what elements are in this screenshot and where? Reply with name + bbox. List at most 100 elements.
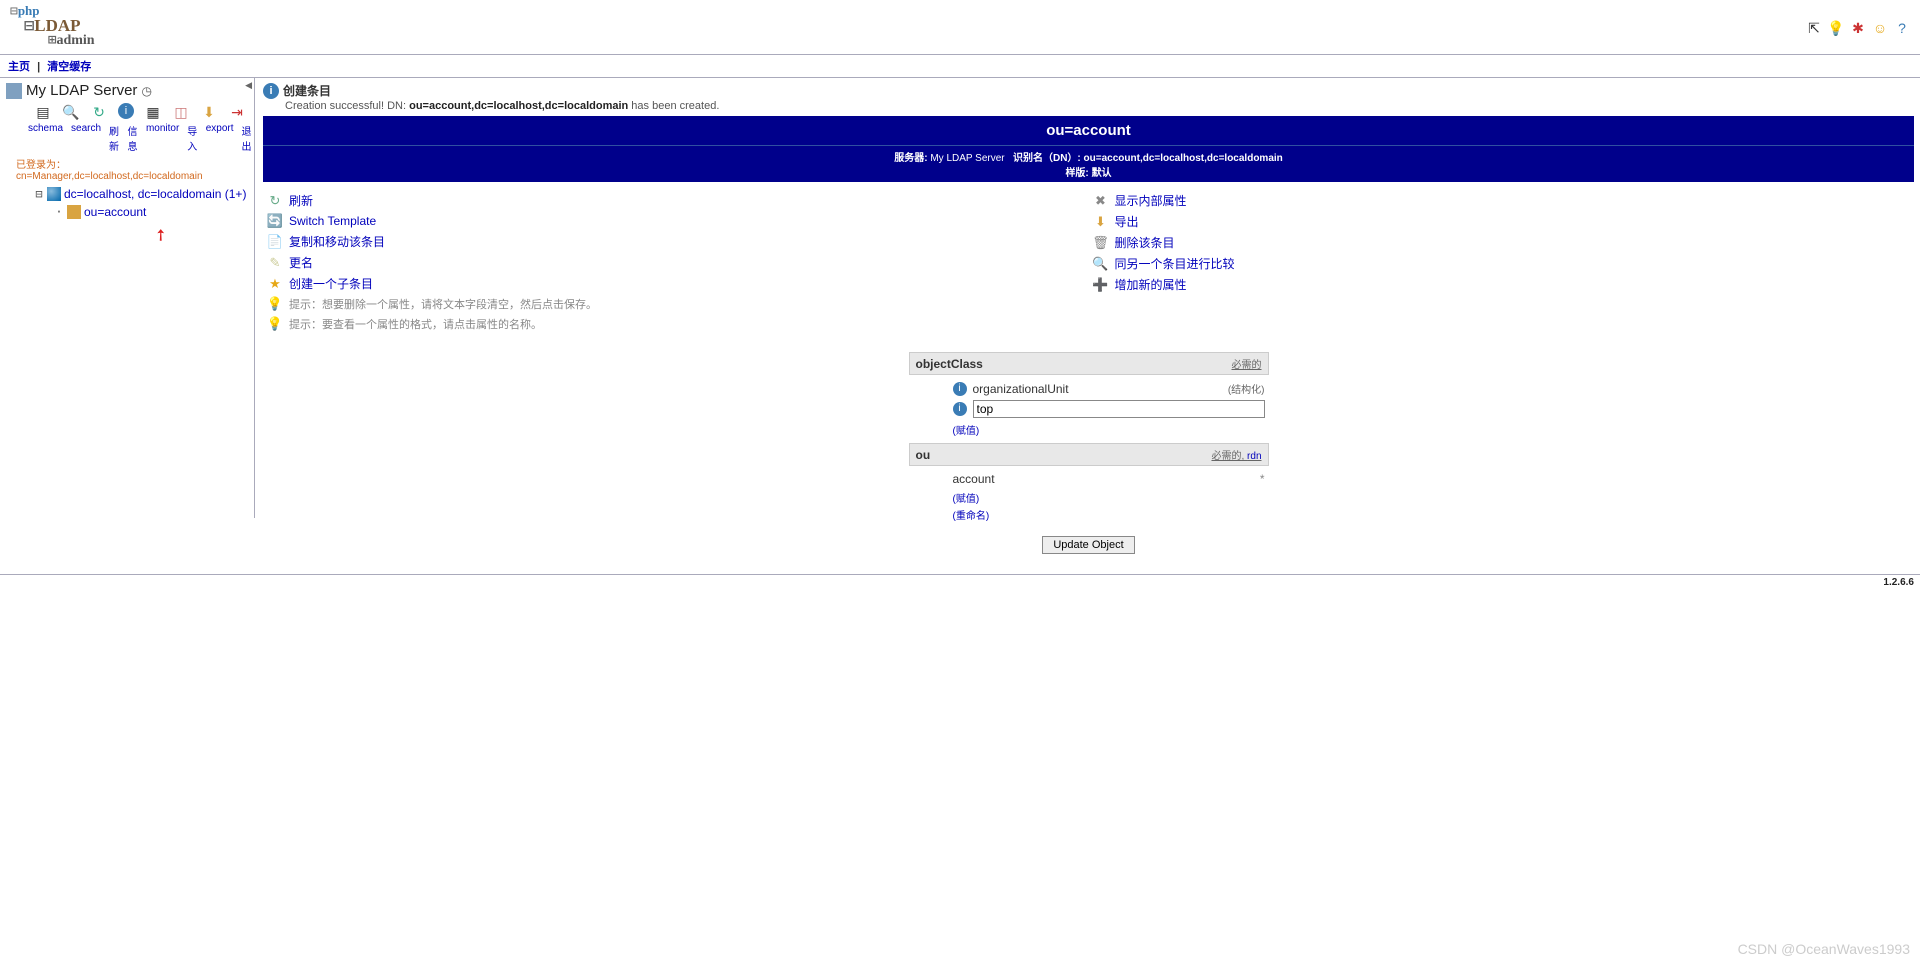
add-value-link[interactable]: (赋值) — [953, 494, 980, 505]
logo-admin: admin — [56, 33, 94, 48]
link-schema[interactable]: schema — [28, 123, 63, 153]
logout-icon[interactable]: ⇥ — [228, 103, 246, 121]
lightbulb-icon: 💡 — [267, 296, 283, 312]
server-links: schema search 刷新 信息 monitor 导入 export 退出 — [6, 123, 252, 155]
action-label[interactable]: 复制和移动该条目 — [289, 233, 385, 250]
server-name: My LDAP Server — [26, 82, 137, 99]
rename-icon: ✎ — [267, 255, 283, 271]
leaf-icon: · — [54, 203, 64, 221]
main-content: i 创建条目 Creation successful! DN: ou=accou… — [255, 78, 1920, 574]
collapse-icon[interactable]: ⊟ — [34, 185, 44, 203]
help-icon[interactable]: ? — [1894, 20, 1910, 36]
action-copy-move[interactable]: 📄复制和移动该条目 — [263, 231, 1089, 252]
logged-in-as: 已登录为：cn=Manager,dc=localhost,dc=localdom… — [6, 155, 252, 185]
sidebar: ◀ My LDAP Server ◷ ▤ 🔍 ↻ i ▦ ◫ ⬇ ⇥ schem… — [0, 78, 255, 518]
action-delete[interactable]: 🗑 删除该条目 — [1089, 232, 1915, 253]
attr-required: 必需的 — [1232, 356, 1262, 371]
export-icon[interactable]: ⬇ — [200, 103, 218, 121]
attr-ou-header: ou 必需的, rdn — [909, 443, 1269, 466]
show-internal-icon: ✖ — [1093, 193, 1109, 209]
action-create-child[interactable]: ★ 创建一个子条目 — [263, 273, 1089, 294]
rdn-link[interactable]: rdn — [1247, 451, 1261, 462]
refresh-icon[interactable]: ↻ — [90, 103, 108, 121]
update-object-button[interactable]: Update Object — [1042, 536, 1134, 554]
info-icon[interactable]: i — [118, 103, 134, 119]
info-icon[interactable]: i — [953, 382, 967, 396]
create-child-icon: ★ — [267, 276, 283, 292]
actions-right: ✖ 显示内部属性 ⬇导出 🗑 删除该条目 🔍 同另一个条目进行比较 ➕ 增加新的属性 — [1089, 190, 1915, 334]
action-label[interactable]: 显示内部属性 — [1115, 192, 1187, 209]
server-icon — [6, 83, 22, 99]
add-value-link[interactable]: (赋值) — [953, 426, 980, 437]
delete-icon: 🗑 — [1093, 235, 1109, 251]
modified-indicator: * — [1260, 472, 1265, 486]
objectclass-input[interactable] — [973, 400, 1265, 418]
collapse-sidebar-icon[interactable]: ◀ — [245, 80, 252, 91]
action-label[interactable]: 更名 — [289, 254, 313, 271]
hint-text: 💡提示：要查看一个属性的格式，请点击属性的名称。 — [263, 314, 1089, 334]
structural-label: (结构化) — [1228, 381, 1265, 396]
action-columns: ↻ 刷新 🔄 Switch Template 📄复制和移动该条目 ✎ 更名 ★ 创建一个子条目 💡… — [263, 190, 1914, 334]
action-rename[interactable]: ✎ 更名 — [263, 252, 1089, 273]
nav-bar: 主页 | 清空缓存 — [0, 55, 1920, 78]
monitor-icon[interactable]: ▦ — [144, 103, 162, 121]
bug-icon[interactable]: ✱ — [1850, 20, 1866, 36]
link-export[interactable]: export — [206, 123, 234, 153]
app-logo: ⊟php ⊟LDAP ⊞admin — [6, 2, 95, 54]
action-label[interactable]: 导出 — [1115, 213, 1139, 230]
smiley-icon[interactable]: ☺ — [1872, 20, 1888, 36]
search-icon[interactable]: 🔍 — [62, 103, 80, 121]
rename-link[interactable]: (重命名) — [953, 511, 990, 522]
import-icon[interactable]: ◫ — [172, 103, 190, 121]
annotation-arrow: ➚ — [149, 224, 173, 248]
entry-subbar: 服务器: My LDAP Server 识别名（DN）: ou=account,… — [263, 145, 1914, 182]
action-refresh[interactable]: ↻ 刷新 — [263, 190, 1089, 211]
server-toolbar: ▤ 🔍 ↻ i ▦ ◫ ⬇ ⇥ — [6, 99, 252, 123]
info-icon[interactable]: i — [953, 402, 967, 416]
refresh-icon: ↻ — [267, 193, 283, 209]
actions-left: ↻ 刷新 🔄 Switch Template 📄复制和移动该条目 ✎ 更名 ★ 创建一个子条目 💡… — [263, 190, 1089, 334]
link-logout[interactable]: 退出 — [242, 123, 252, 153]
action-label[interactable]: 刷新 — [289, 192, 313, 209]
tree-toggle-icon: ⊟ — [10, 4, 18, 19]
action-label[interactable]: 创建一个子条目 — [289, 275, 373, 292]
link-search[interactable]: search — [71, 123, 101, 153]
lightbulb-icon[interactable]: 💡 — [1828, 20, 1844, 36]
link-import[interactable]: 导入 — [187, 123, 197, 153]
home-icon[interactable]: ⇱ — [1806, 20, 1822, 36]
add-attr-icon: ➕ — [1093, 277, 1109, 293]
clock-icon: ◷ — [141, 84, 151, 98]
link-refresh[interactable]: 刷新 — [109, 123, 119, 153]
header-toolbar: ⇱ 💡 ✱ ☺ ? — [1806, 20, 1914, 36]
compare-icon: 🔍 — [1093, 256, 1109, 272]
action-label[interactable]: 增加新的属性 — [1115, 276, 1187, 293]
attr-objectclass-header: objectClass 必需的 — [909, 352, 1269, 375]
switch-template-icon: 🔄 — [267, 213, 283, 229]
action-export[interactable]: ⬇导出 — [1089, 211, 1915, 232]
tree-root[interactable]: ⊟ dc=localhost, dc=localdomain (1+) — [34, 185, 252, 203]
action-add-attr[interactable]: ➕ 增加新的属性 — [1089, 274, 1915, 295]
action-show-internal[interactable]: ✖ 显示内部属性 — [1089, 190, 1915, 211]
action-compare[interactable]: 🔍 同另一个条目进行比较 — [1089, 253, 1915, 274]
footer-version: 1.2.6.6 — [0, 574, 1920, 590]
watermark: CSDN @OceanWaves1993 — [1738, 941, 1910, 957]
link-info[interactable]: 信息 — [127, 123, 137, 153]
action-label[interactable]: 删除该条目 — [1115, 234, 1175, 251]
action-label[interactable]: 同另一个条目进行比较 — [1115, 255, 1235, 272]
tree-child-label[interactable]: ou=account — [84, 203, 146, 221]
info-icon: i — [263, 83, 279, 99]
tree-root-label[interactable]: dc=localhost, dc=localdomain (1+) — [64, 185, 246, 203]
nav-home[interactable]: 主页 — [8, 61, 30, 73]
attribute-table: objectClass 必需的 i organizationalUnit (结构… — [909, 352, 1269, 554]
attr-name: objectClass — [916, 357, 983, 371]
link-monitor[interactable]: monitor — [146, 123, 179, 153]
hint-text: 💡提示：想要删除一个属性，请将文本字段清空，然后点击保存。 — [263, 294, 1089, 314]
attr-name: ou — [916, 448, 931, 462]
nav-clear-cache[interactable]: 清空缓存 — [47, 61, 91, 73]
app-header: ⊟php ⊟LDAP ⊞admin ⇱ 💡 ✱ ☺ ? — [0, 0, 1920, 54]
action-label[interactable]: Switch Template — [289, 214, 376, 228]
server-title: My LDAP Server ◷ — [6, 82, 252, 99]
tree-child[interactable]: · ou=account — [34, 203, 252, 221]
action-switch-template[interactable]: 🔄 Switch Template — [263, 211, 1089, 231]
schema-icon[interactable]: ▤ — [34, 103, 52, 121]
